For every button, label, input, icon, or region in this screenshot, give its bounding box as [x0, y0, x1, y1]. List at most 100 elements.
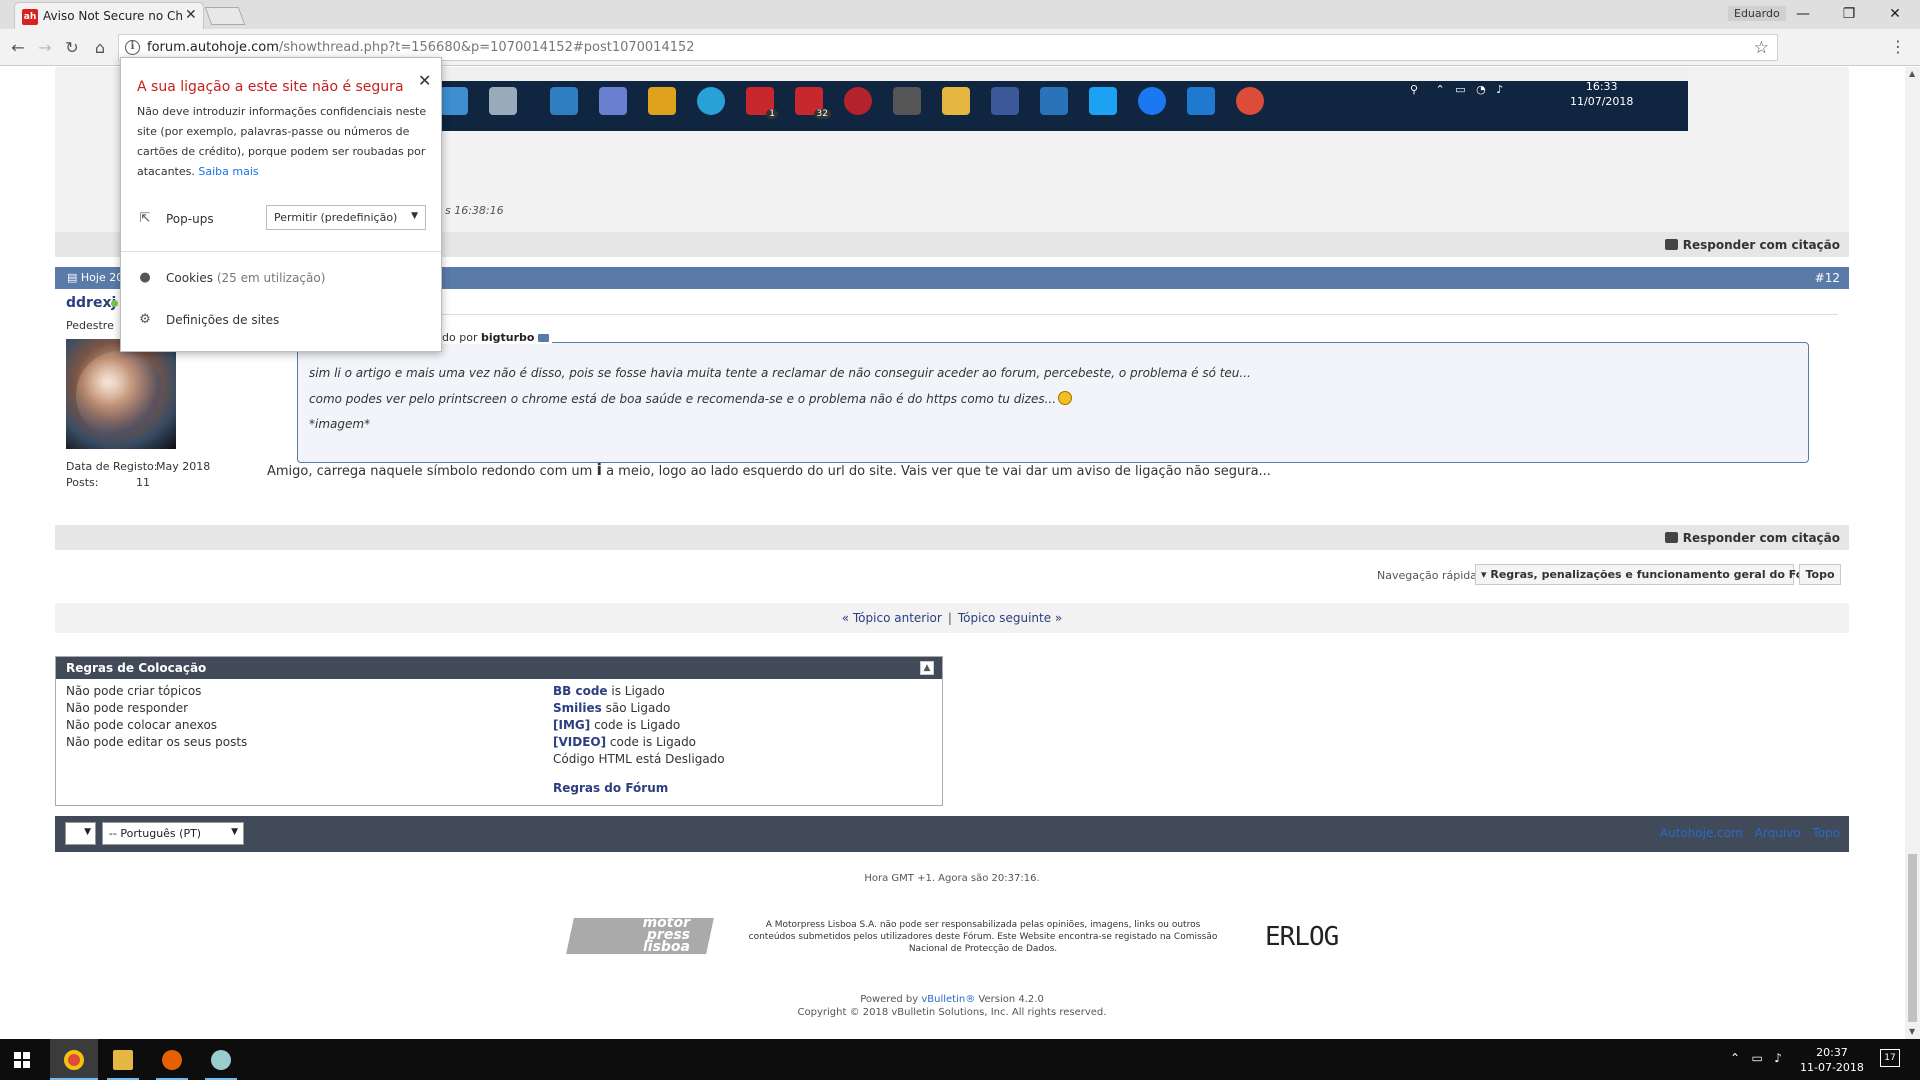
- img-code-link[interactable]: [IMG]: [553, 718, 590, 732]
- quote-line: como podes ver pelo printscreen o chrome…: [309, 391, 1073, 406]
- footer-link-archive[interactable]: Arquivo: [1755, 826, 1801, 840]
- learn-more-link[interactable]: Saiba mais: [198, 165, 258, 178]
- facebook-icon: [991, 87, 1019, 115]
- permissions-list: Não pode criar tópicos Não pode responde…: [66, 684, 248, 749]
- taskbar-paint[interactable]: [197, 1039, 245, 1080]
- next-thread-link[interactable]: Tópico seguinte »: [958, 611, 1062, 625]
- scroll-thumb[interactable]: [1908, 854, 1917, 1022]
- windows-start-icon[interactable]: [14, 1052, 30, 1068]
- site-info-popup: A sua ligação a este site não é segura ✕…: [120, 57, 442, 352]
- markup-settings-list: BB code is Ligado Smilies são Ligado [IM…: [553, 684, 725, 766]
- disclaimer-text: A Motorpress Lisboa S.A. não pode ser re…: [748, 920, 1218, 954]
- quote-author[interactable]: bigturbo: [481, 331, 534, 344]
- post-footer-bar: Responder com citação: [55, 525, 1849, 550]
- reload-button[interactable]: ↻: [60, 36, 84, 60]
- quick-nav-dropdown[interactable]: ▾ Regras, penalizações e funcionamento g…: [1475, 564, 1828, 585]
- profile-name[interactable]: Eduardo: [1728, 6, 1786, 21]
- quote-icon: [1664, 239, 1678, 250]
- reply-with-quote-button[interactable]: Responder com citação: [1664, 238, 1840, 252]
- view-post-icon[interactable]: [538, 334, 550, 342]
- popup-icon: ⇱: [139, 211, 151, 226]
- site-info-icon[interactable]: i: [125, 40, 140, 55]
- app-icon: [440, 87, 468, 115]
- app-icon: [648, 87, 676, 115]
- erlog-logo[interactable]: ERLOG: [1265, 922, 1339, 952]
- taskbar-file-explorer[interactable]: [99, 1039, 147, 1080]
- previous-thread-link[interactable]: « Tópico anterior: [842, 611, 942, 625]
- divider: [269, 314, 1838, 315]
- paint-icon: [211, 1050, 231, 1070]
- collapse-icon[interactable]: ▲: [920, 661, 934, 675]
- post-number-link[interactable]: #12: [1815, 271, 1840, 285]
- forum-rules-link[interactable]: Regras do Fórum: [553, 781, 668, 795]
- new-tab-button[interactable]: [204, 7, 246, 25]
- windows-taskbar: ⌃ ▭ ♪ 20:37 11-07-2018 17: [0, 1039, 1920, 1080]
- smilies-link[interactable]: Smilies: [553, 701, 602, 715]
- quick-nav-label: Navegação rápida: [1377, 569, 1478, 582]
- popup-description: Não deve introduzir informações confiden…: [137, 105, 427, 178]
- forward-button[interactable]: →: [33, 36, 57, 60]
- powered-by: Powered by vBulletin® Version 4.2.0 Copy…: [797, 994, 1107, 1018]
- instagram-icon: [1040, 87, 1068, 115]
- edit-timestamp: s 16:38:16: [445, 204, 504, 217]
- posting-rules-header: Regras de Colocação ▲: [56, 657, 942, 679]
- twitter-icon: [1089, 87, 1117, 115]
- scroll-down-icon[interactable]: ▼: [1909, 1027, 1915, 1036]
- close-window-button[interactable]: ✕: [1872, 2, 1918, 26]
- post-message: Amigo, carrega naquele símbolo redondo c…: [267, 460, 1271, 479]
- taskbar-clock[interactable]: 20:37 11-07-2018: [1800, 1045, 1864, 1075]
- language-dropdown[interactable]: -- Português (PT) ▼: [102, 822, 244, 845]
- chrome-icon: [64, 1050, 84, 1070]
- app-icon: [599, 87, 627, 115]
- footer-links: Autohoje.com Arquivo Topo: [1652, 826, 1840, 840]
- reply-with-quote-button[interactable]: Responder com citação: [1664, 531, 1840, 545]
- motorpress-logo-text: motor press lisboa: [642, 915, 690, 955]
- chrome-menu-icon[interactable]: ⋮: [1890, 37, 1906, 56]
- close-icon[interactable]: ✕: [418, 71, 431, 90]
- popups-label: Pop-ups: [166, 212, 214, 226]
- popups-permission-dropdown[interactable]: Permitir (predefinição) ▼: [266, 205, 426, 230]
- messenger-icon: [1138, 87, 1166, 115]
- style-chooser-dropdown[interactable]: ▼: [65, 822, 96, 845]
- bbcode-link[interactable]: BB code: [553, 684, 608, 698]
- taskbar-chrome[interactable]: [50, 1039, 98, 1080]
- username-link[interactable]: ddrexj: [66, 295, 116, 311]
- app-icon: [893, 87, 921, 115]
- screenshot-topbar: [440, 67, 1688, 81]
- scroll-up-icon[interactable]: ▲: [1909, 69, 1915, 78]
- post-date: ▤ Hoje 20: [67, 271, 124, 284]
- close-tab-icon[interactable]: ✕: [185, 7, 197, 23]
- app-icon: [489, 87, 517, 115]
- popup-title: A sua ligação a este site não é segura: [137, 79, 404, 95]
- site-settings-link[interactable]: Definições de sites: [166, 313, 279, 327]
- back-button[interactable]: ←: [6, 36, 30, 60]
- bookmark-star-icon[interactable]: ☆: [1754, 38, 1769, 58]
- quote-line: *imagem*: [309, 417, 371, 431]
- vbulletin-link[interactable]: vBulletin®: [921, 994, 975, 1005]
- minimize-button[interactable]: —: [1780, 2, 1826, 26]
- footer-link-autohoje[interactable]: Autohoje.com: [1660, 826, 1743, 840]
- app-icon: [550, 87, 578, 115]
- maximize-button[interactable]: ❐: [1826, 2, 1872, 26]
- top-button[interactable]: Topo: [1799, 564, 1841, 585]
- edge-icon: [1187, 87, 1215, 115]
- avatar[interactable]: [66, 339, 176, 449]
- smiley-icon: [1058, 391, 1073, 405]
- vertical-scrollbar[interactable]: ▲ ▼: [1905, 67, 1920, 1039]
- user-stats: Data de Registo: May 2018 Posts: 11: [66, 460, 211, 489]
- taskbar-firefox[interactable]: [148, 1039, 196, 1080]
- firefox-icon: [162, 1050, 182, 1070]
- folder-icon: [942, 87, 970, 115]
- video-code-link[interactable]: [VIDEO]: [553, 735, 606, 749]
- site-favicon: ah: [22, 9, 38, 25]
- gear-icon: ⚙: [139, 312, 151, 327]
- cookies-link[interactable]: Cookies (25 em utilização): [166, 271, 325, 285]
- browser-tab-active[interactable]: ah Aviso Not Secure no Chrome ✕: [14, 2, 204, 29]
- system-tray[interactable]: ⌃ ▭ ♪: [1730, 1051, 1782, 1065]
- notification-center-icon[interactable]: 17: [1880, 1049, 1900, 1067]
- divider: [121, 251, 441, 252]
- app-icon: [697, 87, 725, 115]
- footer-link-top[interactable]: Topo: [1812, 826, 1840, 840]
- url-text[interactable]: forum.autohoje.com/showthread.php?t=1566…: [147, 40, 695, 55]
- home-button[interactable]: ⌂: [88, 36, 112, 60]
